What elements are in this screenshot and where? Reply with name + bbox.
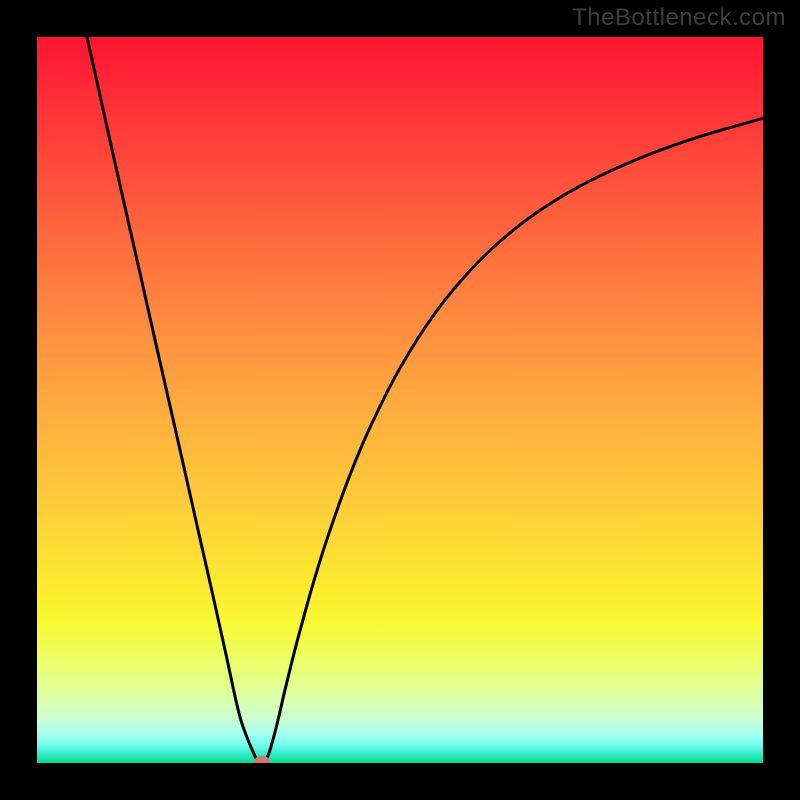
chart-frame: TheBottleneck.com	[0, 0, 800, 800]
optimum-marker	[253, 756, 270, 763]
curve-svg	[37, 37, 763, 763]
plot-area	[37, 37, 763, 763]
watermark-label: TheBottleneck.com	[572, 4, 786, 32]
bottleneck-curve	[87, 37, 763, 762]
